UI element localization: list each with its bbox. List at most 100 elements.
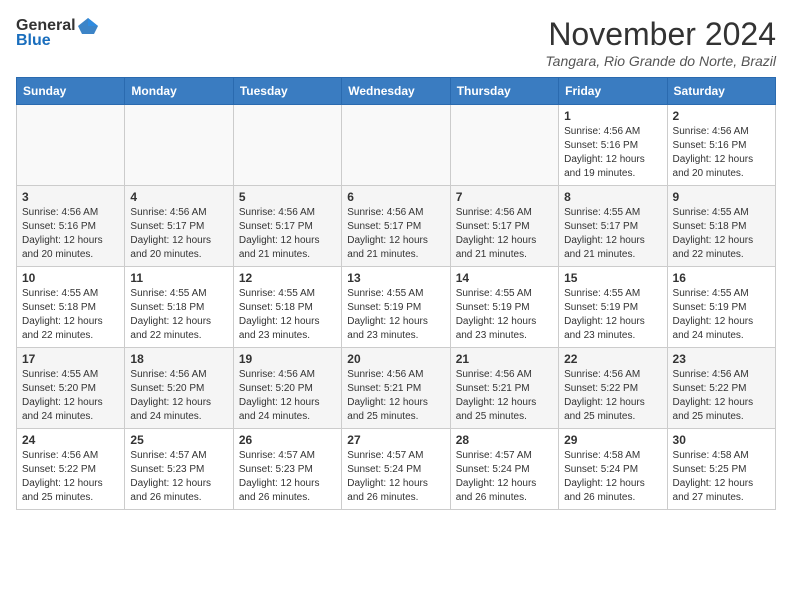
day-number: 12 <box>239 271 336 285</box>
day-number: 2 <box>673 109 770 123</box>
calendar-header-row: Sunday Monday Tuesday Wednesday Thursday… <box>17 78 776 105</box>
calendar-week-row: 3Sunrise: 4:56 AM Sunset: 5:16 PM Daylig… <box>17 186 776 267</box>
calendar-day-cell: 14 Sunrise: 4:55 AM Sunset: 5:19 PM Dayli… <box>450 267 558 348</box>
day-number: 25 <box>130 433 227 447</box>
day-number: 8 <box>564 190 661 204</box>
calendar-day-cell: 2 Sunrise: 4:56 AM Sunset: 5:16 PM Daylig… <box>667 105 775 186</box>
month-title: November 2024 <box>545 16 776 53</box>
day-info: Sunrise: 4:58 AM Sunset: 5:25 PM Dayligh… <box>673 449 770 505</box>
day-number: 3 <box>22 190 119 204</box>
calendar-day-cell: 11 Sunrise: 4:55 AM Sunset: 5:18 PM Dayli… <box>125 267 233 348</box>
day-number: 20 <box>347 352 444 366</box>
col-sunday: Sunday <box>17 78 125 105</box>
col-wednesday: Wednesday <box>342 78 450 105</box>
day-info: Sunrise: 4:57 AM Sunset: 5:23 PM Dayligh… <box>130 449 227 505</box>
calendar-day-cell: 24Sunrise: 4:56 AM Sunset: 5:22 PM Dayli… <box>17 429 125 510</box>
day-number: 11 <box>130 271 227 285</box>
calendar-day-cell <box>342 105 450 186</box>
title-section: November 2024 Tangara, Rio Grande do Nor… <box>545 16 776 69</box>
calendar-day-cell: 28Sunrise: 4:57 AM Sunset: 5:24 PM Dayli… <box>450 429 558 510</box>
col-saturday: Saturday <box>667 78 775 105</box>
day-info: Sunrise: 4:56 AM Sunset: 5:21 PM Dayligh… <box>456 368 553 424</box>
day-number: 14 <box>456 271 553 285</box>
day-info: Sunrise: 4:55 AM Sunset: 5:18 PM Dayligh… <box>22 287 119 343</box>
day-number: 10 <box>22 271 119 285</box>
day-number: 22 <box>564 352 661 366</box>
calendar-day-cell: 3Sunrise: 4:56 AM Sunset: 5:16 PM Daylig… <box>17 186 125 267</box>
calendar-day-cell: 6 Sunrise: 4:56 AM Sunset: 5:17 PM Daylig… <box>342 186 450 267</box>
day-info: Sunrise: 4:55 AM Sunset: 5:18 PM Dayligh… <box>673 206 770 262</box>
day-number: 17 <box>22 352 119 366</box>
day-number: 21 <box>456 352 553 366</box>
calendar-week-row: 1 Sunrise: 4:56 AM Sunset: 5:16 PM Daylig… <box>17 105 776 186</box>
day-number: 13 <box>347 271 444 285</box>
day-info: Sunrise: 4:55 AM Sunset: 5:19 PM Dayligh… <box>673 287 770 343</box>
col-friday: Friday <box>559 78 667 105</box>
day-info: Sunrise: 4:57 AM Sunset: 5:24 PM Dayligh… <box>347 449 444 505</box>
day-info: Sunrise: 4:56 AM Sunset: 5:16 PM Dayligh… <box>673 125 770 181</box>
calendar-week-row: 24Sunrise: 4:56 AM Sunset: 5:22 PM Dayli… <box>17 429 776 510</box>
day-info: Sunrise: 4:56 AM Sunset: 5:17 PM Dayligh… <box>347 206 444 262</box>
day-number: 9 <box>673 190 770 204</box>
calendar-day-cell <box>450 105 558 186</box>
calendar-day-cell: 19Sunrise: 4:56 AM Sunset: 5:20 PM Dayli… <box>233 348 341 429</box>
calendar-day-cell: 12 Sunrise: 4:55 AM Sunset: 5:18 PM Dayli… <box>233 267 341 348</box>
calendar-day-cell: 15Sunrise: 4:55 AM Sunset: 5:19 PM Dayli… <box>559 267 667 348</box>
calendar-day-cell: 21 Sunrise: 4:56 AM Sunset: 5:21 PM Dayli… <box>450 348 558 429</box>
col-monday: Monday <box>125 78 233 105</box>
day-info: Sunrise: 4:56 AM Sunset: 5:22 PM Dayligh… <box>564 368 661 424</box>
day-info: Sunrise: 4:57 AM Sunset: 5:24 PM Dayligh… <box>456 449 553 505</box>
logo: General Blue <box>16 16 100 50</box>
day-info: Sunrise: 4:58 AM Sunset: 5:24 PM Dayligh… <box>564 449 661 505</box>
day-info: Sunrise: 4:56 AM Sunset: 5:22 PM Dayligh… <box>673 368 770 424</box>
col-tuesday: Tuesday <box>233 78 341 105</box>
col-thursday: Thursday <box>450 78 558 105</box>
day-info: Sunrise: 4:56 AM Sunset: 5:17 PM Dayligh… <box>239 206 336 262</box>
day-info: Sunrise: 4:56 AM Sunset: 5:16 PM Dayligh… <box>564 125 661 181</box>
day-info: Sunrise: 4:56 AM Sunset: 5:17 PM Dayligh… <box>456 206 553 262</box>
day-number: 15 <box>564 271 661 285</box>
calendar-day-cell: 29 Sunrise: 4:58 AM Sunset: 5:24 PM Dayli… <box>559 429 667 510</box>
calendar-day-cell: 17 Sunrise: 4:55 AM Sunset: 5:20 PM Dayli… <box>17 348 125 429</box>
calendar-day-cell <box>17 105 125 186</box>
calendar-day-cell: 1 Sunrise: 4:56 AM Sunset: 5:16 PM Daylig… <box>559 105 667 186</box>
page-header: General Blue November 2024 Tangara, Rio … <box>16 16 776 69</box>
day-number: 27 <box>347 433 444 447</box>
calendar-day-cell: 22 Sunrise: 4:56 AM Sunset: 5:22 PM Dayli… <box>559 348 667 429</box>
calendar-day-cell: 23Sunrise: 4:56 AM Sunset: 5:22 PM Dayli… <box>667 348 775 429</box>
day-info: Sunrise: 4:56 AM Sunset: 5:20 PM Dayligh… <box>130 368 227 424</box>
day-number: 4 <box>130 190 227 204</box>
day-number: 5 <box>239 190 336 204</box>
calendar-week-row: 17 Sunrise: 4:55 AM Sunset: 5:20 PM Dayli… <box>17 348 776 429</box>
day-info: Sunrise: 4:57 AM Sunset: 5:23 PM Dayligh… <box>239 449 336 505</box>
calendar-day-cell: 30 Sunrise: 4:58 AM Sunset: 5:25 PM Dayli… <box>667 429 775 510</box>
calendar-day-cell: 7 Sunrise: 4:56 AM Sunset: 5:17 PM Daylig… <box>450 186 558 267</box>
calendar-day-cell: 4Sunrise: 4:56 AM Sunset: 5:17 PM Daylig… <box>125 186 233 267</box>
day-info: Sunrise: 4:55 AM Sunset: 5:18 PM Dayligh… <box>130 287 227 343</box>
calendar-day-cell: 10 Sunrise: 4:55 AM Sunset: 5:18 PM Dayli… <box>17 267 125 348</box>
day-info: Sunrise: 4:55 AM Sunset: 5:18 PM Dayligh… <box>239 287 336 343</box>
day-number: 7 <box>456 190 553 204</box>
day-info: Sunrise: 4:56 AM Sunset: 5:20 PM Dayligh… <box>239 368 336 424</box>
calendar-day-cell <box>233 105 341 186</box>
calendar-day-cell: 27 Sunrise: 4:57 AM Sunset: 5:24 PM Dayli… <box>342 429 450 510</box>
calendar-day-cell: 9 Sunrise: 4:55 AM Sunset: 5:18 PM Daylig… <box>667 186 775 267</box>
calendar-day-cell: 13 Sunrise: 4:55 AM Sunset: 5:19 PM Dayli… <box>342 267 450 348</box>
calendar-day-cell <box>125 105 233 186</box>
calendar-day-cell: 20 Sunrise: 4:56 AM Sunset: 5:21 PM Dayli… <box>342 348 450 429</box>
logo-icon <box>77 16 99 36</box>
day-info: Sunrise: 4:55 AM Sunset: 5:20 PM Dayligh… <box>22 368 119 424</box>
location: Tangara, Rio Grande do Norte, Brazil <box>545 53 776 69</box>
calendar-day-cell: 8 Sunrise: 4:55 AM Sunset: 5:17 PM Daylig… <box>559 186 667 267</box>
day-number: 29 <box>564 433 661 447</box>
day-info: Sunrise: 4:56 AM Sunset: 5:22 PM Dayligh… <box>22 449 119 505</box>
day-number: 18 <box>130 352 227 366</box>
day-info: Sunrise: 4:55 AM Sunset: 5:19 PM Dayligh… <box>347 287 444 343</box>
day-number: 1 <box>564 109 661 123</box>
day-info: Sunrise: 4:55 AM Sunset: 5:17 PM Dayligh… <box>564 206 661 262</box>
logo-blue-text: Blue <box>16 32 51 50</box>
day-info: Sunrise: 4:56 AM Sunset: 5:21 PM Dayligh… <box>347 368 444 424</box>
day-number: 30 <box>673 433 770 447</box>
day-number: 6 <box>347 190 444 204</box>
day-info: Sunrise: 4:55 AM Sunset: 5:19 PM Dayligh… <box>456 287 553 343</box>
